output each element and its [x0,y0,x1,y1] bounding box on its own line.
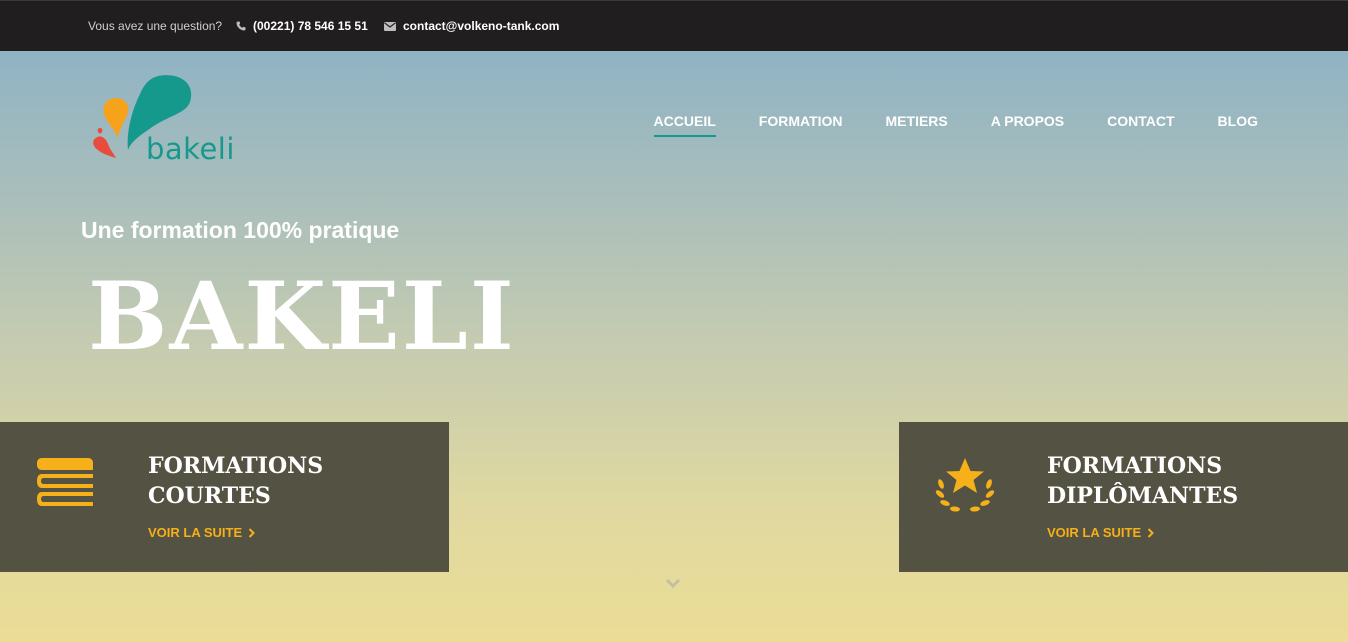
nav-metiers[interactable]: METIERS [886,113,948,137]
books-icon [37,458,93,506]
card-formations-diplomantes: FORMATIONS DIPLÔMANTES VOIR LA SUITE [899,422,1348,572]
nav-a-propos[interactable]: A PROPOS [991,113,1064,137]
award-star-icon [935,458,995,512]
phone-link[interactable]: (00221) 78 546 15 51 [236,19,368,33]
card-title: FORMATIONS COURTES [148,451,323,511]
card-formations-courtes: FORMATIONS COURTES VOIR LA SUITE [0,422,449,572]
nav-accueil[interactable]: ACCUEIL [653,113,717,137]
voir-la-suite-link[interactable]: VOIR LA SUITE [148,525,256,540]
email-link[interactable]: contact@volkeno-tank.com [384,19,559,33]
scroll-down-chevron-icon[interactable] [665,577,681,589]
voir-la-suite-label: VOIR LA SUITE [1047,525,1142,540]
nav-formation[interactable]: FORMATION [759,113,843,137]
nav-blog[interactable]: BLOG [1218,113,1258,137]
card-title: FORMATIONS DIPLÔMANTES [1047,451,1238,511]
email-address: contact@volkeno-tank.com [403,19,560,33]
question-text: Vous avez une question? [88,19,223,33]
hero-title: BAKELI [88,262,516,372]
envelope-icon [384,21,396,31]
voir-la-suite-label: VOIR LA SUITE [148,525,243,540]
phone-icon [236,21,246,31]
top-contact-bar: Vous avez une question? (00221) 78 546 1… [0,0,1348,51]
card-title-line2: DIPLÔMANTES [1047,483,1239,509]
voir-la-suite-link[interactable]: VOIR LA SUITE [1047,525,1155,540]
card-title-line2: COURTES [148,483,271,509]
chevron-right-icon [248,527,256,538]
hero-tagline: Une formation 100% pratique [81,217,400,243]
card-title-line1: FORMATIONS [148,453,324,479]
card-title-line1: FORMATIONS [1047,453,1223,479]
logo-wordmark[interactable]: bakeli [146,132,235,166]
phone-number: (00221) 78 546 15 51 [253,19,368,33]
nav-contact[interactable]: CONTACT [1107,113,1174,137]
main-navigation: ACCUEIL FORMATION METIERS A PROPOS CONTA… [611,113,1258,137]
chevron-right-icon [1147,527,1155,538]
